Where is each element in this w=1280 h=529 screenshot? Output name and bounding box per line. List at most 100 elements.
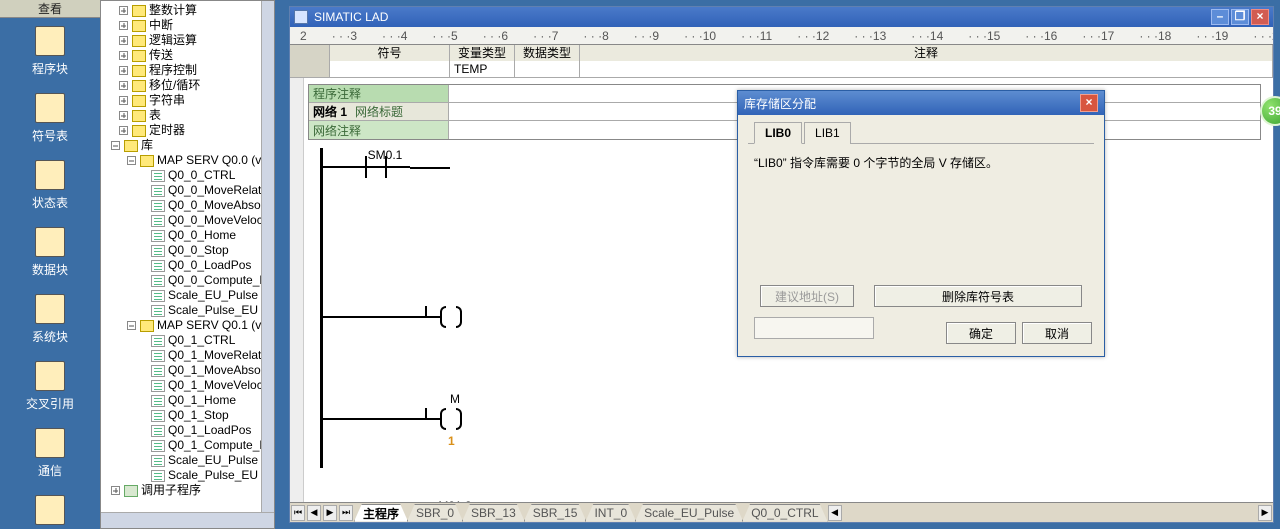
tree-item-library[interactable]: 库 <box>103 138 274 153</box>
dialog-titlebar[interactable]: 库存储区分配 × <box>738 91 1104 115</box>
tree-item[interactable]: Q0_0_Home <box>103 228 274 243</box>
tab-int0[interactable]: INT_0 <box>585 504 636 522</box>
vt-cell-temp[interactable]: TEMP <box>450 61 515 77</box>
program-comment-label[interactable]: 程序注释 <box>313 85 361 102</box>
tree-item[interactable]: Scale_Pulse_EU <box>103 468 274 483</box>
nav-program-block[interactable]: 程序块 <box>0 26 100 77</box>
tree-item-mapserv-q01[interactable]: MAP SERV Q0.1 (v1.8 <box>103 318 274 333</box>
tree-item[interactable]: Q0_1_CTRL <box>103 333 274 348</box>
tree-label: Q0_1_MoveRelati <box>168 348 264 363</box>
vt-rowhead[interactable] <box>290 61 330 77</box>
tab-scroll-right[interactable]: ▶ <box>1258 505 1272 521</box>
nav-pg-pc[interactable]: 设置 PG/PC 接口 <box>0 495 100 529</box>
tab-nav-first[interactable]: ⏮ <box>291 505 305 521</box>
tree-item[interactable]: 表 <box>103 108 274 123</box>
tree-item[interactable]: Q0_0_LoadPos <box>103 258 274 273</box>
tree-item[interactable]: Q0_0_CTRL <box>103 168 274 183</box>
ladder-diagram[interactable]: SM0.1 M 1 <box>320 148 780 408</box>
vt-cell[interactable] <box>515 61 580 77</box>
tab-nav-next[interactable]: ▶ <box>323 505 337 521</box>
editor-titlebar[interactable]: SIMATIC LAD – ❐ × <box>290 7 1273 27</box>
network-name[interactable]: 网络 1 <box>313 103 347 120</box>
collapse-icon[interactable] <box>127 321 136 330</box>
expand-icon[interactable] <box>119 96 128 105</box>
expand-icon[interactable] <box>119 21 128 30</box>
vt-header-comment[interactable]: 注释 <box>580 45 1273 61</box>
tree-item[interactable]: 传送 <box>103 48 274 63</box>
instruction-tree[interactable]: 整数计算 中断 逻辑运算 传送 程序控制 移位/循环 字符串 表 定时器 库 M… <box>100 0 275 529</box>
tab-scale-eu-pulse[interactable]: Scale_EU_Pulse <box>635 504 743 522</box>
dialog-tab-lib0[interactable]: LIB0 <box>754 122 802 144</box>
tab-main[interactable]: 主程序 <box>354 504 408 522</box>
nav-symbol-table[interactable]: 符号表 <box>0 93 100 144</box>
tree-item[interactable]: Q0_1_MoveAbsol <box>103 363 274 378</box>
expand-icon[interactable] <box>119 66 128 75</box>
nav-data-block[interactable]: 数据块 <box>0 227 100 278</box>
close-button[interactable]: × <box>1251 9 1269 25</box>
tree-item[interactable]: 中断 <box>103 18 274 33</box>
tree-item[interactable]: Q0_1_LoadPos <box>103 423 274 438</box>
tree-item[interactable]: 整数计算 <box>103 3 274 18</box>
vt-cell[interactable] <box>330 61 450 77</box>
tree-item[interactable]: Q0_1_Stop <box>103 408 274 423</box>
delete-lib-symbols-button[interactable]: 删除库符号表 <box>874 285 1082 307</box>
tree-item[interactable]: Q0_1_MoveRelati <box>103 348 274 363</box>
ladder-branch[interactable] <box>410 167 450 169</box>
ladder-contact-sm01[interactable]: SM0.1 <box>350 166 410 168</box>
nav-cross-ref[interactable]: 交叉引用 <box>0 361 100 412</box>
expand-icon[interactable] <box>111 486 120 495</box>
tab-nav-prev[interactable]: ◀ <box>307 505 321 521</box>
tab-scroll-left[interactable]: ◀ <box>828 505 842 521</box>
collapse-icon[interactable] <box>127 156 136 165</box>
collapse-icon[interactable] <box>111 141 120 150</box>
network-title[interactable]: 网络标题 <box>355 103 403 120</box>
tree-item[interactable]: 逻辑运算 <box>103 33 274 48</box>
vt-header-symbol[interactable]: 符号 <box>330 45 450 61</box>
tree-item[interactable]: Q0_0_MoveAbsol <box>103 198 274 213</box>
folder-icon <box>132 65 146 77</box>
tab-sbr0[interactable]: SBR_0 <box>407 504 463 522</box>
tree-item[interactable]: Scale_Pulse_EU <box>103 303 274 318</box>
cancel-button[interactable]: 取消 <box>1022 322 1092 344</box>
vt-header-datatype[interactable]: 数据类型 <box>515 45 580 61</box>
nav-system-block[interactable]: 系统块 <box>0 294 100 345</box>
tree-item[interactable]: Q0_0_Compute_F <box>103 273 274 288</box>
close-icon[interactable]: × <box>1080 94 1098 112</box>
tree-horizontal-scrollbar[interactable] <box>101 512 274 528</box>
tree-item-mapserv-q00[interactable]: MAP SERV Q0.0 (v1.8 <box>103 153 274 168</box>
dialog-tab-lib1[interactable]: LIB1 <box>804 122 851 144</box>
ok-button[interactable]: 确定 <box>946 322 1016 344</box>
tree-item[interactable]: Scale_EU_Pulse <box>103 453 274 468</box>
tree-item[interactable]: 字符串 <box>103 93 274 108</box>
expand-icon[interactable] <box>119 126 128 135</box>
minimize-button[interactable]: – <box>1211 9 1229 25</box>
network-comment-label[interactable]: 网络注释 <box>313 122 361 139</box>
expand-icon[interactable] <box>119 111 128 120</box>
expand-icon[interactable] <box>119 6 128 15</box>
nav-communication[interactable]: 通信 <box>0 428 100 479</box>
tree-item[interactable]: Q0_1_Home <box>103 393 274 408</box>
tree-item[interactable]: 移位/循环 <box>103 78 274 93</box>
tree-item[interactable]: Q0_1_MoveVeloc <box>103 378 274 393</box>
panel-splitter[interactable] <box>275 0 283 529</box>
tree-item[interactable]: Q0_0_MoveVeloc <box>103 213 274 228</box>
nav-status-chart[interactable]: 状态表 <box>0 160 100 211</box>
tab-sbr15[interactable]: SBR_15 <box>524 504 587 522</box>
tree-item[interactable]: Q0_0_MoveRelati <box>103 183 274 198</box>
tree-item[interactable]: Q0_0_Stop <box>103 243 274 258</box>
expand-icon[interactable] <box>119 51 128 60</box>
expand-icon[interactable] <box>119 36 128 45</box>
tree-item-call-sub[interactable]: 调用子程序 <box>103 483 274 498</box>
address-field[interactable] <box>754 317 874 339</box>
tree-item[interactable]: 程序控制 <box>103 63 274 78</box>
maximize-button[interactable]: ❐ <box>1231 9 1249 25</box>
tree-item[interactable]: Scale_EU_Pulse <box>103 288 274 303</box>
tab-sbr13[interactable]: SBR_13 <box>462 504 525 522</box>
vt-cell[interactable] <box>580 61 1273 77</box>
tree-item[interactable]: 定时器 <box>103 123 274 138</box>
expand-icon[interactable] <box>119 81 128 90</box>
vt-header-vartype[interactable]: 变量类型 <box>450 45 515 61</box>
tab-nav-last[interactable]: ⏭ <box>339 505 353 521</box>
tab-q00-ctrl[interactable]: Q0_0_CTRL <box>742 504 827 522</box>
tree-item[interactable]: Q0_1_Compute_F <box>103 438 274 453</box>
